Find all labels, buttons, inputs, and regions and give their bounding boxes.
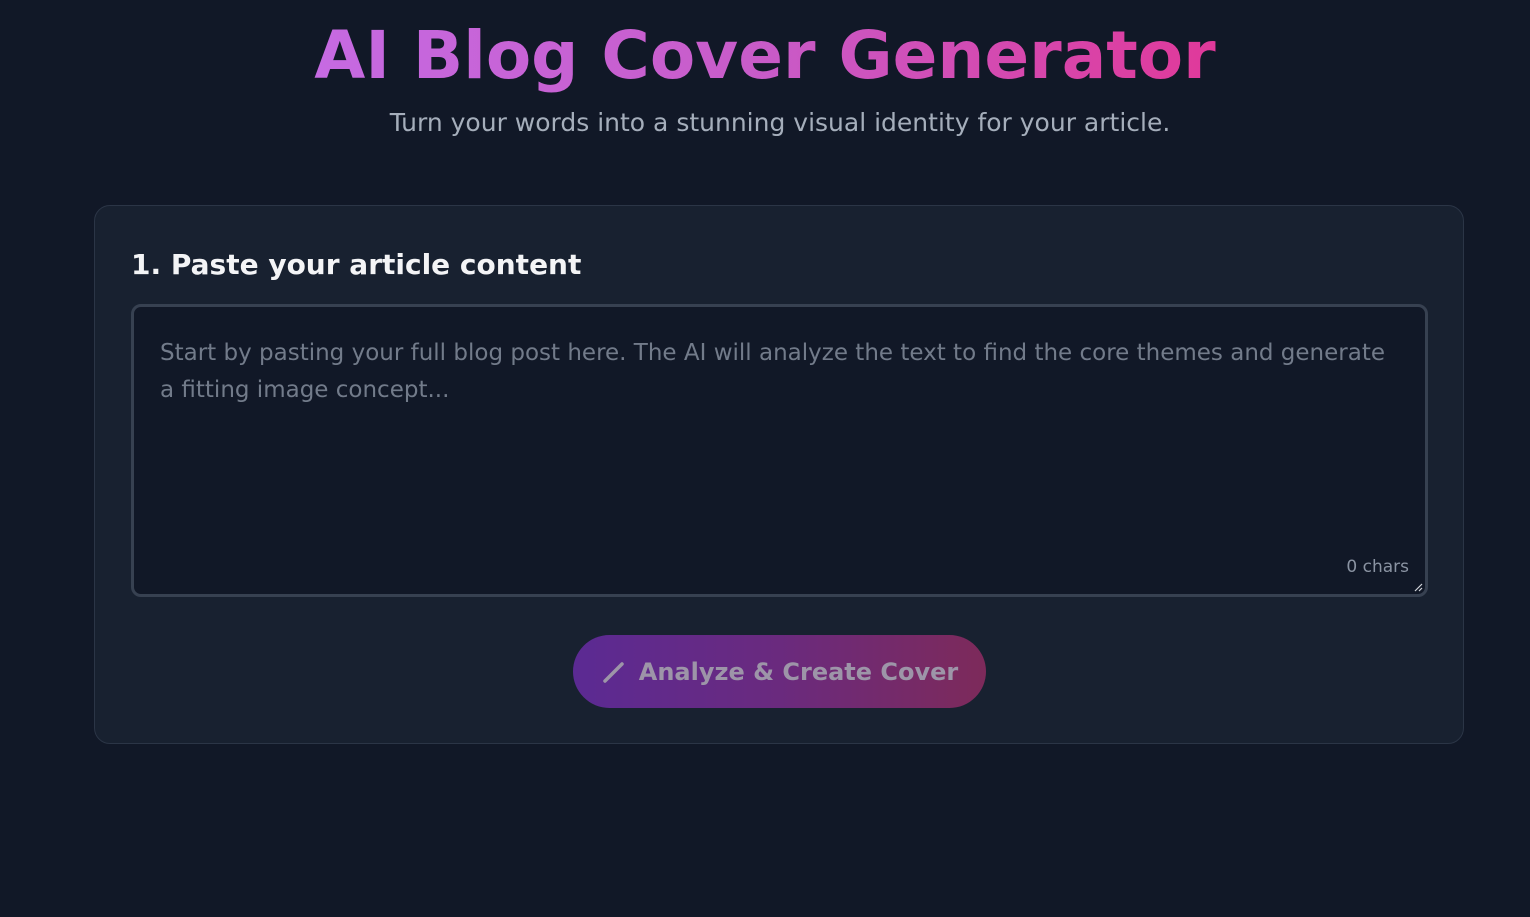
article-content-textarea[interactable] — [134, 307, 1425, 594]
page-subtitle: Turn your words into a stunning visual i… — [389, 108, 1171, 137]
char-count: 0 chars — [1346, 557, 1409, 577]
article-input-card: 1. Paste your article content 0 chars An… — [94, 205, 1464, 744]
resize-handle-icon[interactable] — [1413, 582, 1423, 592]
analyze-create-cover-label: Analyze & Create Cover — [638, 657, 959, 686]
pencil-icon — [603, 661, 624, 683]
page-title: AI Blog Cover Generator — [0, 14, 1530, 98]
step-label: 1. Paste your article content — [131, 248, 582, 281]
app-page: AI Blog Cover Generator Turn your words … — [0, 0, 1530, 917]
analyze-create-cover-button[interactable]: Analyze & Create Cover — [573, 635, 986, 708]
page-title-text: AI Blog Cover Generator — [314, 17, 1216, 94]
article-textarea-container: 0 chars — [131, 304, 1428, 597]
